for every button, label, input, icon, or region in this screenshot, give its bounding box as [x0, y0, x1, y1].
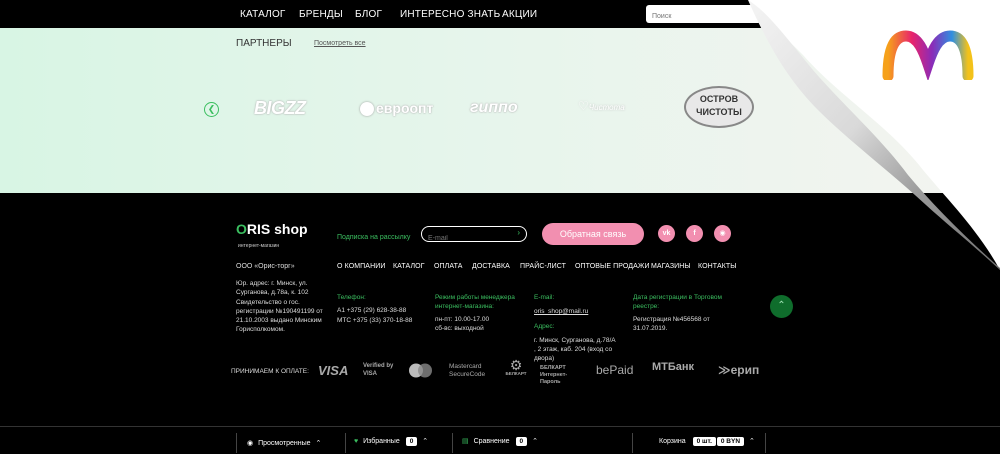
brand-name-initial: O — [236, 221, 247, 237]
chevron-right-icon[interactable]: › — [517, 228, 520, 237]
subscribe-email-input[interactable] — [422, 232, 512, 245]
footer-nav-contacts[interactable]: КОНТАКТЫ — [698, 263, 737, 270]
cart-sum: 0 BYN — [716, 437, 745, 446]
search-input[interactable] — [646, 8, 761, 25]
vk-icon[interactable]: vk — [658, 225, 675, 242]
feedback-button[interactable]: Обратная связь — [542, 223, 644, 245]
chevron-up-icon: ⌃ — [422, 438, 429, 445]
viewed-label: Просмотренные — [258, 440, 311, 447]
chevron-up-icon: ⌃ — [315, 440, 322, 447]
favorites-toggle[interactable]: ♥ Избранные 0 ⌃ — [354, 437, 428, 446]
viewed-toggle[interactable]: ◉ Просмотренные ⌃ — [247, 439, 321, 447]
evroopt-mark-icon — [360, 102, 374, 117]
favorites-label: Избранные — [363, 438, 400, 445]
nav-promotions[interactable]: АКЦИИ — [502, 9, 537, 20]
email-label: E-mail: — [534, 294, 555, 301]
belkart-internet-logo: БЕЛКАРТ Интернет-Пароль — [540, 365, 568, 385]
chevron-up-icon: ⌃ — [532, 438, 538, 445]
partner-logo-evroopt[interactable]: евроопт — [360, 100, 434, 117]
chevron-up-icon: ⌃ — [749, 438, 755, 445]
verified-by-visa-logo: Verified by VISA — [363, 363, 394, 377]
nav-blog[interactable]: БЛОГ — [355, 9, 382, 20]
partner-logo-ostrov[interactable]: ОСТРОВ ЧИСТОТЫ — [684, 86, 754, 128]
partner-logo-ostrov-text: ОСТРОВ ЧИСТОТЫ — [696, 94, 742, 117]
cart-toggle[interactable]: Корзина 0 шт. 0 BYN ⌃ — [659, 437, 755, 446]
compare-label: Сравнение — [473, 438, 510, 445]
hours-label: Режим работы менеджера интернет-магазина… — [435, 294, 515, 310]
registry-value: Регистрация №456568 от 31.07.2019. — [633, 316, 710, 332]
compare-toggle[interactable]: ▤ Сравнение 0 ⌃ — [462, 437, 538, 446]
hours-weekdays: пн-пт: 10.00-17.00 — [435, 316, 490, 323]
nav-brands[interactable]: БРЕНДЫ — [299, 9, 343, 20]
footer-nav-stores[interactable]: МАГАЗИНЫ — [651, 263, 691, 270]
partner-logo-gippo[interactable]: гиппо — [470, 99, 518, 117]
subscribe-label: Подписка на рассылку — [337, 234, 411, 241]
mastercard-logo — [408, 363, 433, 378]
erip-logo: ≫ерип — [718, 363, 759, 377]
bepaid-logo: bePaid — [596, 363, 634, 377]
visa-logo: VISA — [318, 363, 349, 378]
carousel-prev-button[interactable]: ❮ — [204, 102, 219, 117]
legal-address: Юр. адрес: г. Минск, ул. Сурганова, д.78… — [236, 280, 309, 296]
brand-name: ORIS shop — [236, 221, 308, 237]
compare-count: 0 — [515, 437, 528, 446]
brand-logo[interactable]: ORIS shop — [236, 221, 308, 237]
chart-icon: ▤ — [462, 438, 469, 445]
instagram-icon[interactable]: ◉ — [714, 225, 731, 242]
cart-items: 0 шт. — [692, 437, 716, 446]
mastercard-securecode-logo: Mastercard SecureCode — [449, 363, 486, 378]
phone-a1[interactable]: А1 +375 (29) 628-38-88 — [337, 306, 406, 315]
cart-label: Корзина — [659, 438, 686, 445]
brand-name-rest: RIS shop — [246, 221, 308, 237]
partner-logo-bigzz[interactable]: BIGZZ — [254, 98, 306, 119]
partners-title: ПАРТНЕРЫ — [236, 38, 292, 49]
divider — [236, 433, 237, 453]
mtbank-logo: МТБанк — [652, 361, 695, 373]
footer-nav-payment[interactable]: ОПЛАТА — [434, 263, 463, 270]
partners-see-all-link[interactable]: Посмотреть все — [314, 40, 366, 47]
chevron-left-icon: ❮ — [207, 104, 216, 114]
footer-nav-delivery[interactable]: ДОСТАВКА — [472, 263, 510, 270]
chevron-up-icon: ⌃ — [777, 300, 786, 311]
phones-label: Телефон: — [337, 294, 366, 301]
heart-icon: ♥ — [354, 438, 359, 445]
registration-certificate: Свидетельство о гос. регистрации №190491… — [236, 299, 323, 333]
belkart-logo: ⚙ БЕЛКАРТ — [505, 357, 527, 377]
partner-logo-chistota-text: Чистота — [588, 103, 625, 112]
nav-catalog[interactable]: КАТАЛОГ — [240, 9, 286, 20]
payment-label: ПРИНИМАЕМ К ОПЛАТЕ: — [231, 368, 309, 375]
footer-nav-catalog[interactable]: КАТАЛОГ — [393, 263, 425, 270]
footer-nav-wholesale[interactable]: ОПТОВЫЕ ПРОДАЖИ — [575, 263, 650, 270]
erip-arrow-icon: ≫ — [718, 363, 731, 377]
search-box[interactable] — [646, 5, 761, 25]
subscribe-email-field[interactable]: › — [421, 226, 527, 245]
m-brand-logo-icon — [882, 30, 974, 80]
partner-logo-chistota[interactable]: ♡Чистота — [578, 99, 625, 113]
favorites-count: 0 — [405, 437, 418, 446]
phone-mts[interactable]: МТС +375 (33) 370-18-88 — [337, 316, 412, 325]
partner-logo-evroopt-text: евроопт — [376, 100, 434, 116]
divider — [452, 433, 453, 453]
address-value: г. Минск, Сурганова, д.78/А , 2 этаж, ка… — [534, 337, 616, 362]
mastercard-icon — [409, 363, 432, 378]
hours-weekend: сб-вс: выходной — [435, 325, 484, 332]
divider — [765, 433, 766, 453]
belkart-text: БЕЛКАРТ — [505, 371, 527, 376]
address-label: Адрес: — [534, 323, 555, 330]
company-name: ООО «Орис-торг» — [236, 263, 295, 270]
divider — [632, 433, 633, 453]
facebook-icon[interactable]: f — [686, 225, 703, 242]
bottom-bar: ◉ Просмотренные ⌃ ♥ Избранные 0 ⌃ ▤ Срав… — [0, 426, 1000, 454]
eye-icon: ◉ — [247, 440, 254, 447]
divider — [345, 433, 346, 453]
gear-icon: ⚙ — [509, 357, 523, 373]
registry-label: Дата регистрации в Торговом реестре: — [633, 294, 722, 310]
brand-subtitle: интернет-магазин — [238, 243, 280, 249]
email-link[interactable]: oris_shop@mail.ru — [534, 307, 588, 316]
nav-interesting[interactable]: ИНТЕРЕСНО ЗНАТЬ — [400, 9, 500, 20]
scroll-top-button[interactable]: ⌃ — [770, 295, 793, 318]
erip-text: ерип — [730, 363, 760, 377]
footer-nav-pricelist[interactable]: ПРАЙС-ЛИСТ — [520, 263, 566, 270]
footer-nav-about[interactable]: О КОМПАНИИ — [337, 263, 385, 270]
